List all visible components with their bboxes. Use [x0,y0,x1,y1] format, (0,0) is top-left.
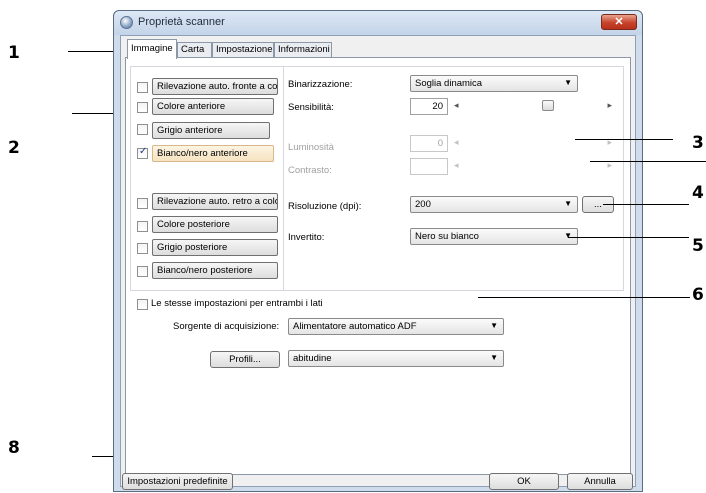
profile-select[interactable]: abitudine ▼ [288,350,504,367]
chevron-down-icon: ▼ [564,231,572,240]
sensitivity-slider[interactable]: ◂ ▸ [452,98,614,115]
close-button[interactable]: ✕ [601,14,637,30]
brightness-label: Luminosità [288,142,334,153]
invert-select[interactable]: Nero su bianco ▼ [410,228,578,245]
binarization-label: Binarizzazione: [288,79,353,90]
brightness-slider[interactable]: ◂ ▸ [452,135,614,152]
same-settings-label: Le stesse impostazioni per entrambi i la… [151,298,323,309]
image-option-button[interactable]: Rilevazione auto. fronte a colo [152,78,278,95]
callout-number-3: 3 [692,133,704,153]
resolution-select[interactable]: 200 ▼ [410,196,578,213]
callout-number-2: 2 [8,138,20,158]
callout-number-5: 5 [692,236,704,256]
chevron-down-icon: ▼ [490,321,498,330]
ok-button[interactable]: OK [489,473,559,490]
callout-line-4 [603,204,689,205]
image-option-checkbox[interactable] [137,82,148,93]
cancel-button[interactable]: Annulla [567,473,633,490]
image-option-checkbox[interactable] [137,124,148,135]
invert-value: Nero su bianco [415,231,479,242]
image-option-button[interactable]: Grigio posteriore [152,239,278,256]
image-option-button[interactable]: Bianco/nero anteriore [152,145,274,162]
resolution-label: Risoluzione (dpi): [288,201,362,212]
image-option-checkbox[interactable] [137,221,148,232]
callout-line-3b [590,161,706,162]
slider-left-arrow-icon[interactable]: ◂ [454,100,459,111]
source-select[interactable]: Alimentatore automatico ADF ▼ [288,318,504,335]
binarization-value: Soglia dinamica [415,78,483,89]
slider-thumb[interactable] [542,100,554,111]
image-option-button[interactable]: Colore posteriore [152,216,278,233]
source-value: Alimentatore automatico ADF [293,321,417,332]
resolution-value: 200 [415,199,431,210]
window-title: Proprietà scanner [138,16,225,28]
brightness-field[interactable]: 0 [410,135,448,152]
image-option-checkbox[interactable] [137,266,148,277]
contrast-label: Contrasto: [288,165,332,176]
tab-informazioni[interactable]: Informazioni [274,42,332,58]
tab-impostazione[interactable]: Impostazione [212,42,274,58]
binarization-select[interactable]: Soglia dinamica ▼ [410,75,578,92]
sensitivity-label: Sensibilità: [288,102,334,113]
callout-number-1: 1 [8,43,20,63]
callout-line-5 [568,237,689,238]
image-option-checkbox[interactable] [137,243,148,254]
slider-left-arrow-icon[interactable]: ◂ [454,160,459,171]
callout-number-4: 4 [692,183,704,203]
image-option-button[interactable]: Grigio anteriore [152,122,270,139]
sensitivity-field[interactable]: 20 [410,98,448,115]
slider-left-arrow-icon[interactable]: ◂ [454,137,459,148]
tab-carta[interactable]: Carta [177,42,212,58]
invert-label: Invertito: [288,232,325,243]
tab-immagine[interactable]: Immagine [127,39,177,59]
image-option-button[interactable]: Rilevazione auto. retro a color [152,193,278,210]
callout-line-3a [575,139,673,140]
title-bar[interactable]: Proprietà scanner ✕ [114,11,642,35]
source-label: Sorgente di acquisizione: [173,321,280,332]
image-option-button[interactable]: Colore anteriore [152,98,274,115]
image-option-checkbox[interactable] [137,198,148,209]
profiles-button[interactable]: Profili... [210,351,280,368]
image-option-checkbox[interactable] [137,102,148,113]
chevron-down-icon: ▼ [564,78,572,87]
contrast-field[interactable] [410,158,448,175]
scanner-icon [120,16,133,29]
chevron-down-icon: ▼ [564,199,572,208]
callout-line-6 [478,297,690,298]
callout-number-8: 8 [8,438,20,458]
slider-right-arrow-icon[interactable]: ▸ [607,100,612,111]
callout-number-6: 6 [692,285,704,305]
same-settings-checkbox[interactable] [137,299,148,310]
image-option-button[interactable]: Bianco/nero posteriore [152,262,278,279]
image-option-checkbox[interactable] [137,146,148,159]
profile-value: abitudine [293,353,332,364]
chevron-down-icon: ▼ [490,353,498,362]
default-settings-button[interactable]: Impostazioni predefinite [122,473,233,490]
